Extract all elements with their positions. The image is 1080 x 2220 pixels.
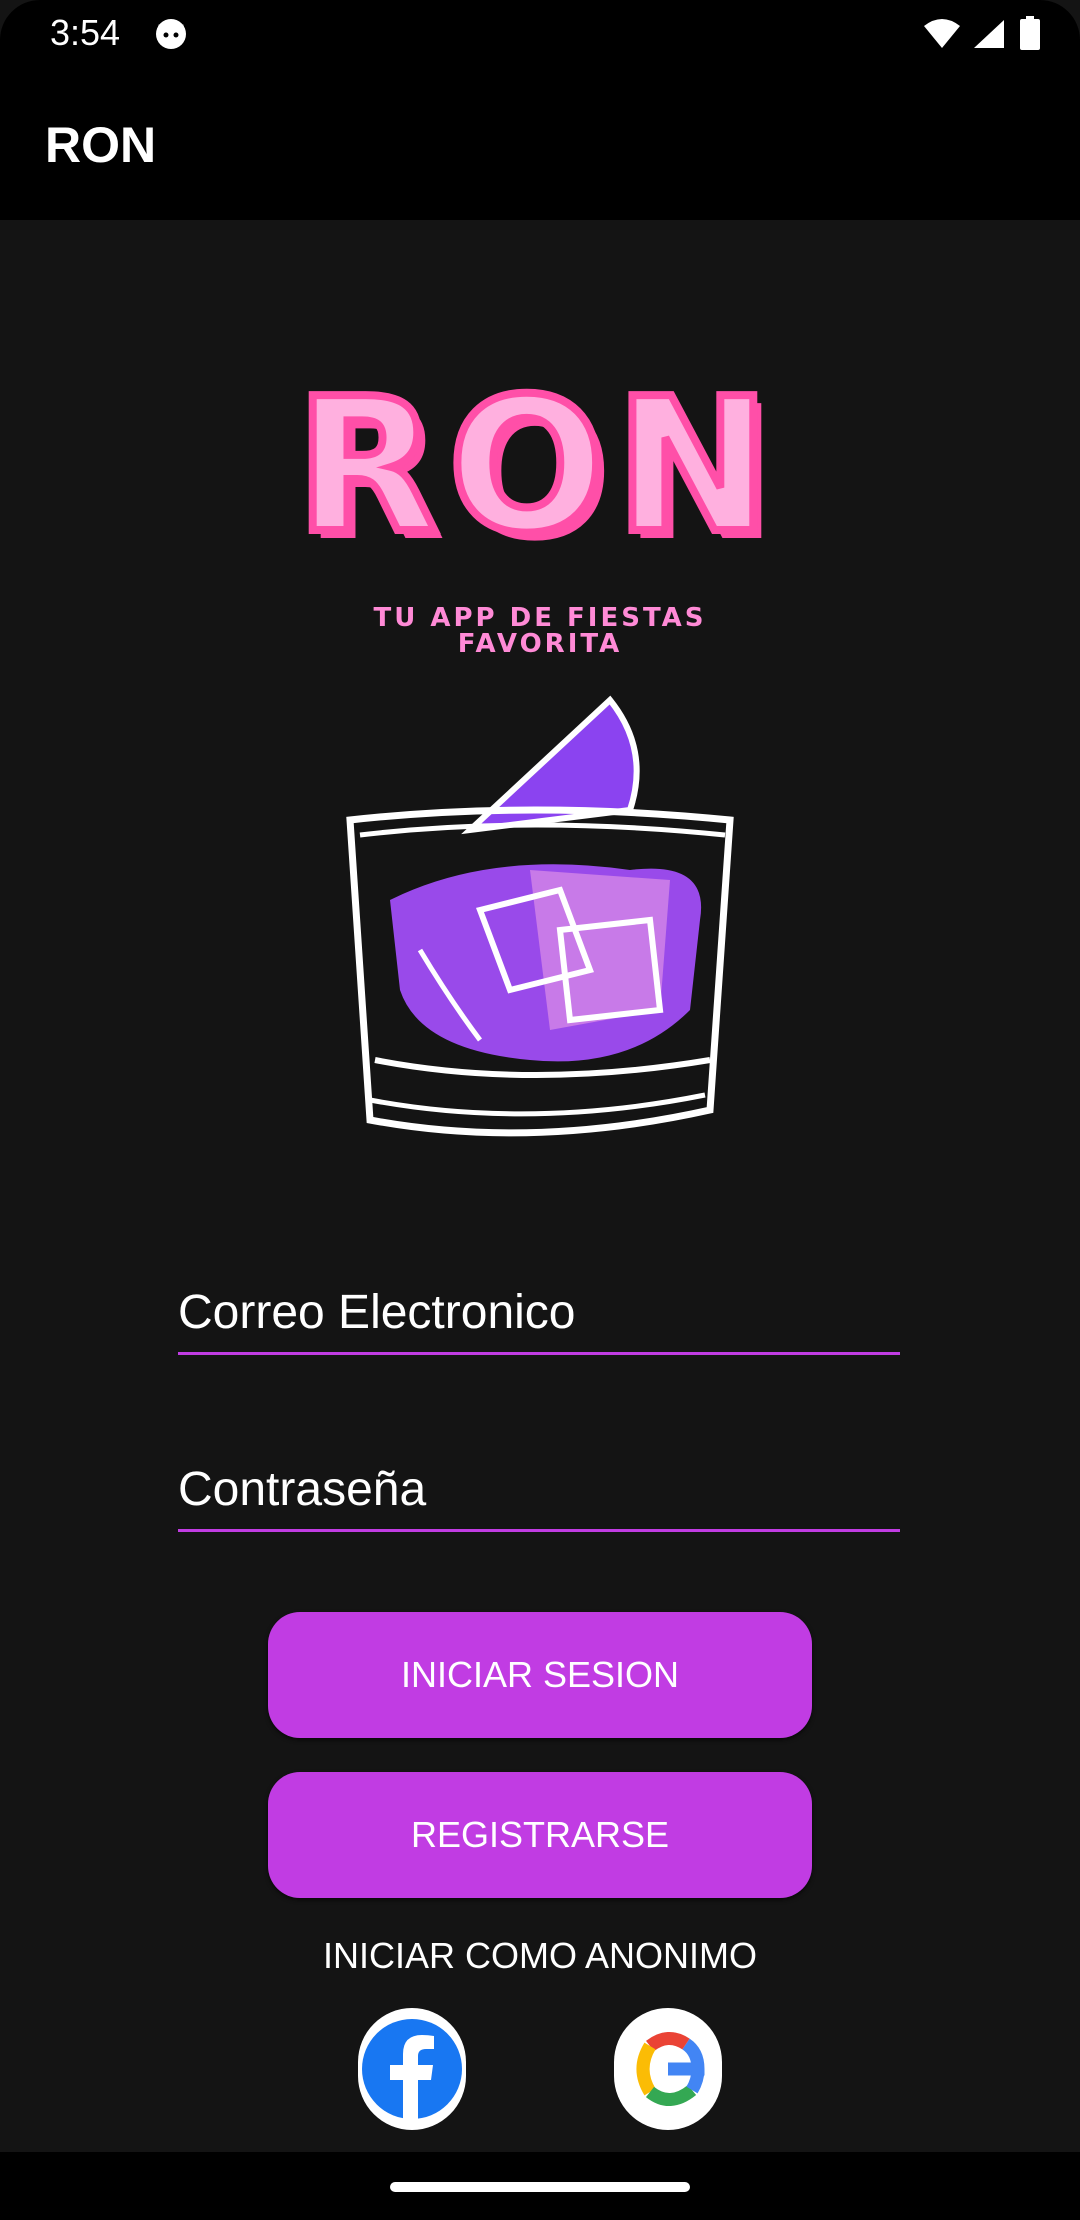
app-bar: RON [0,66,1080,220]
password-placeholder: Contraseña [178,1463,427,1516]
cocktail-glass-illustration [346,695,734,1137]
password-field[interactable]: Contraseña [178,1452,900,1532]
register-button[interactable]: REGISTRARSE [268,1772,812,1898]
google-icon [636,2032,705,2106]
signal-icon [973,20,1004,48]
app-tagline: TU APP DE FIESTAS FAVORITA [340,605,740,657]
battery-icon [1020,16,1040,50]
email-underline [178,1352,900,1355]
navigation-bar [0,2152,1080,2220]
anonymous-login-link[interactable]: INICIAR COMO ANONIMO [0,1935,1080,1977]
home-gesture-handle[interactable] [390,2182,690,2192]
login-button[interactable]: INICIAR SESION [268,1612,812,1738]
tagline-line2: FAVORITA [457,629,623,659]
status-bar: 3:54 [0,0,1080,66]
status-time: 3:54 [50,12,121,53]
google-login-button[interactable] [614,2008,722,2130]
facebook-login-button[interactable] [358,2008,466,2130]
password-underline [178,1529,900,1532]
email-field[interactable]: Correo Electronico [178,1275,900,1355]
status-icons [923,16,1040,55]
app-title: RON [45,117,157,173]
cat-icon [156,19,186,49]
tagline-line1: TU APP DE FIESTAS [373,603,707,633]
svg-text:RON: RON [296,360,781,560]
ron-logo: RON RON [292,360,781,560]
email-placeholder: Correo Electronico [178,1286,576,1339]
facebook-icon [362,2019,462,2119]
wifi-icon [924,19,961,48]
